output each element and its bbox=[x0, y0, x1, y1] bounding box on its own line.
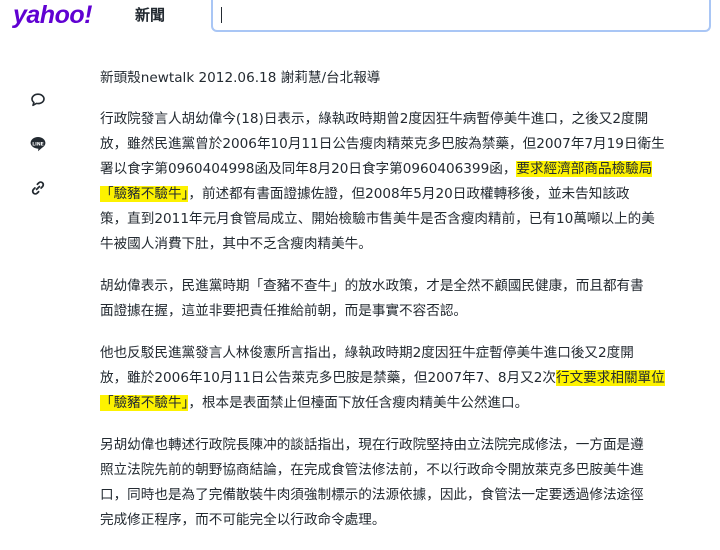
paragraph-line: 另胡幼偉也轉述行政院長陳冲的談話指出，現在行政院堅持由立法院完成修法，一方面是遵 bbox=[100, 433, 710, 458]
text-segment: 策，直到2011年元月食管局成立、開始檢驗市售美牛是否含瘦肉精前，已有10萬噸以… bbox=[100, 211, 655, 227]
highlighted-text: 「驗豬不驗牛」 bbox=[100, 395, 189, 411]
text-caret bbox=[221, 7, 222, 23]
paragraph-line: 署以食字第0960404998函及同年8月20日食字第0960406399函，要… bbox=[100, 157, 710, 182]
article-paragraph: 另胡幼偉也轉述行政院長陳冲的談話指出，現在行政院堅持由立法院完成修法，一方面是遵… bbox=[100, 433, 710, 533]
paragraph-line: 「驗豬不驗牛」，前述都有書面證據佐證，但2008年5月20日政權轉移後，並未告知… bbox=[100, 182, 710, 207]
paragraph-line: 牛被國人消費下肚，其中不乏含瘦肉精美牛。 bbox=[100, 232, 710, 257]
copy-link-button[interactable] bbox=[26, 176, 50, 200]
link-icon bbox=[31, 181, 45, 195]
highlighted-text: 要求經濟部商品檢驗局 bbox=[516, 161, 653, 177]
paragraph-line: 他也反駁民進黨發言人林俊憲所言指出，綠執政時期2度因狂牛症暫停美牛進口後又2度開 bbox=[100, 341, 710, 366]
text-segment: 放，雖然民進黨曾於2006年10月11日公告瘦肉精萊克多巴胺為禁藥，但2007年… bbox=[100, 136, 665, 152]
byline: 新頭殼newtalk 2012.06.18 謝莉慧/台北報導 bbox=[100, 70, 381, 86]
highlighted-text: 「驗豬不驗牛」 bbox=[100, 186, 189, 202]
search-input[interactable] bbox=[211, 0, 711, 32]
text-segment: 牛被國人消費下肚，其中不乏含瘦肉精美牛。 bbox=[100, 236, 372, 252]
comment-button[interactable] bbox=[26, 88, 50, 112]
text-segment: 口，同時也是為了完備散裝牛肉須強制標示的法源依據，因此，食管法一定要透過修法途徑 bbox=[100, 487, 644, 503]
paragraph-line: 完成修正程序，而不可能完全以行政命令處理。 bbox=[100, 508, 710, 533]
paragraph-line: 行政院發言人胡幼偉今(18)日表示，綠執政時期曾2度因狂牛病暫停美牛進口，之後又… bbox=[100, 107, 710, 132]
comment-icon bbox=[31, 93, 45, 107]
article-paragraph: 他也反駁民進黨發言人林俊憲所言指出，綠執政時期2度因狂牛症暫停美牛進口後又2度開… bbox=[100, 341, 710, 416]
section-label[interactable]: 新聞 bbox=[135, 6, 165, 24]
article-paragraphs: 行政院發言人胡幼偉今(18)日表示，綠執政時期曾2度因狂牛病暫停美牛進口，之後又… bbox=[100, 107, 710, 533]
paragraph-line: 放，雖於2006年10月11日公告萊克多巴胺是禁藥，但2007年7、8月又2次行… bbox=[100, 366, 710, 391]
site-header: yahoo! 新聞 bbox=[0, 0, 720, 34]
paragraph-line: 胡幼偉表示，民進黨時期「查豬不查牛」的放水政策，才是全然不顧國民健康，而且都有書 bbox=[100, 274, 710, 299]
line-icon: LINE bbox=[30, 137, 46, 152]
text-segment: 胡幼偉表示，民進黨時期「查豬不查牛」的放水政策，才是全然不顧國民健康，而且都有書 bbox=[100, 278, 644, 294]
text-segment: 放，雖於2006年10月11日公告萊克多巴胺是禁藥，但2007年7、8月又2次 bbox=[100, 370, 556, 386]
line-icon-label: LINE bbox=[32, 141, 44, 147]
article-paragraph: 胡幼偉表示，民進黨時期「查豬不查牛」的放水政策，才是全然不顧國民健康，而且都有書… bbox=[100, 274, 710, 324]
text-segment: 行政院發言人胡幼偉今(18)日表示，綠執政時期曾2度因狂牛病暫停美牛進口，之後又… bbox=[100, 111, 649, 127]
text-segment: 面證據在握，這並非要把責任推給前朝，而是事實不容否認。 bbox=[100, 303, 468, 319]
article-body: 新頭殼newtalk 2012.06.18 謝莉慧/台北報導 行政院發言人胡幼偉… bbox=[100, 66, 710, 550]
text-segment: 他也反駁民進黨發言人林俊憲所言指出，綠執政時期2度因狂牛症暫停美牛進口後又2度開 bbox=[100, 345, 634, 361]
article-paragraph: 行政院發言人胡幼偉今(18)日表示，綠執政時期曾2度因狂牛病暫停美牛進口，之後又… bbox=[100, 107, 710, 257]
paragraph-line: 「驗豬不驗牛」，根本是表面禁止但檯面下放任含瘦肉精美牛公然進口。 bbox=[100, 391, 710, 416]
paragraph-line: 面證據在握，這並非要把責任推給前朝，而是事實不容否認。 bbox=[100, 299, 710, 324]
text-segment: ，根本是表面禁止但檯面下放任含瘦肉精美牛公然進口。 bbox=[188, 395, 529, 411]
yahoo-logo[interactable]: yahoo! bbox=[13, 0, 92, 30]
paragraph-line: 策，直到2011年元月食管局成立、開始檢驗市售美牛是否含瘦肉精前，已有10萬噸以… bbox=[100, 207, 710, 232]
highlighted-text: 行文要求相關單位 bbox=[555, 370, 665, 386]
line-share-button[interactable]: LINE bbox=[26, 132, 50, 156]
text-segment: ，前述都有書面證據佐證，但2008年5月20日政權轉移後，並未告知該政 bbox=[188, 186, 630, 202]
text-segment: 另胡幼偉也轉述行政院長陳冲的談話指出，現在行政院堅持由立法院完成修法，一方面是遵 bbox=[100, 437, 644, 453]
paragraph-line: 口，同時也是為了完備散裝牛肉須強制標示的法源依據，因此，食管法一定要透過修法途徑 bbox=[100, 483, 710, 508]
text-segment: 署以食字第0960404998函及同年8月20日食字第0960406399函， bbox=[100, 161, 517, 177]
paragraph-line: 照立法院先前的朝野協商結論，在完成食管法修法前，不以行政命令開放萊克多巴胺美牛進 bbox=[100, 458, 710, 483]
text-segment: 完成修正程序，而不可能完全以行政命令處理。 bbox=[100, 512, 386, 528]
text-segment: 照立法院先前的朝野協商結論，在完成食管法修法前，不以行政命令開放萊克多巴胺美牛進 bbox=[100, 462, 644, 478]
paragraph-line: 放，雖然民進黨曾於2006年10月11日公告瘦肉精萊克多巴胺為禁藥，但2007年… bbox=[100, 132, 710, 157]
